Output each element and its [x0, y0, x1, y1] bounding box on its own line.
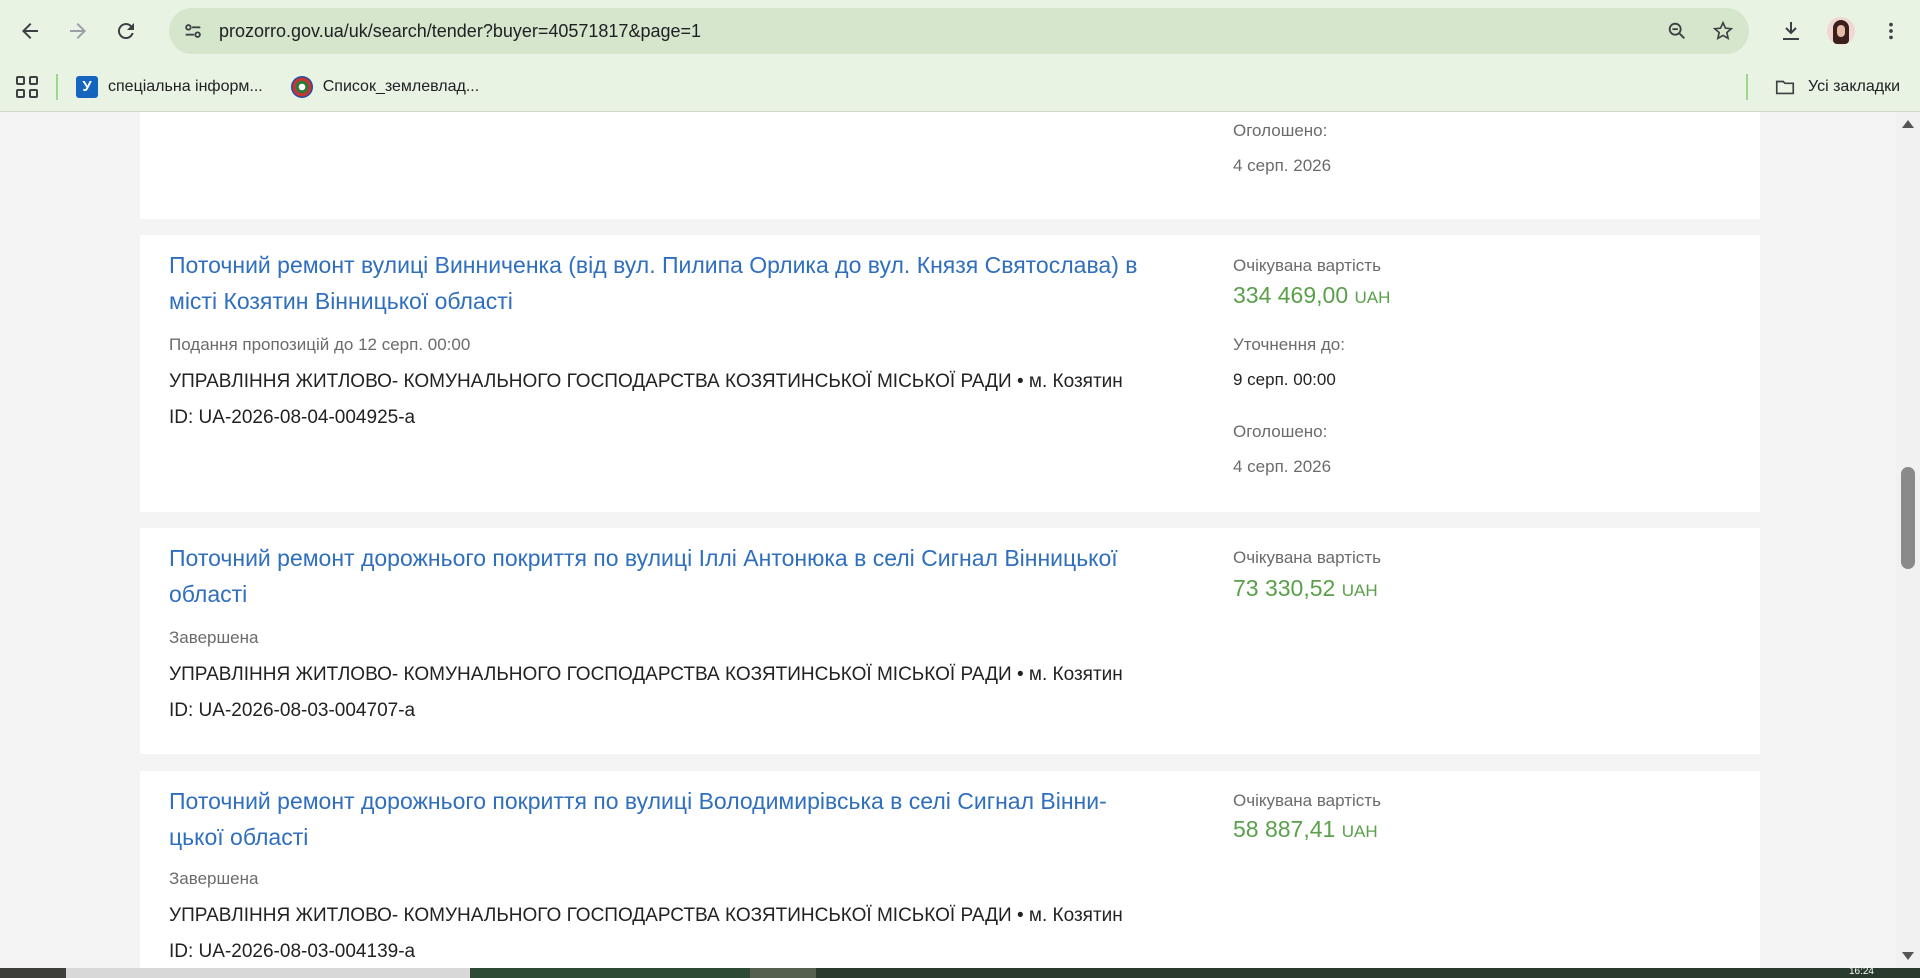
arrow-left-icon — [22, 23, 38, 39]
vertical-scrollbar[interactable] — [1896, 112, 1920, 968]
tender-status: Подання пропозицій до 12 серп. 00:00 — [169, 335, 471, 354]
zoom-out-icon — [1668, 22, 1685, 39]
currency: UAH — [1341, 822, 1378, 841]
folder-icon — [1775, 80, 1795, 94]
bookmarks-separator — [56, 73, 58, 100]
back-button[interactable] — [10, 11, 50, 51]
tender-card: Оголошено: 4 серп. 2026 — [140, 112, 1760, 219]
title-line: області — [169, 581, 248, 607]
price-amount: 334 469,00 — [1233, 282, 1349, 308]
bookmark-item[interactable]: Список_землевлад... — [290, 75, 480, 98]
bookmark-label: спеціальна інформ... — [108, 77, 263, 95]
all-bookmarks-button[interactable]: Усі закладки — [1774, 76, 1900, 98]
reload-icon — [117, 23, 134, 40]
downloads-button[interactable] — [1770, 10, 1812, 52]
taskbar-item[interactable] — [816, 968, 1920, 978]
tender-title-link[interactable]: Поточний ремонт дорожнього покриття по в… — [169, 540, 1118, 612]
url-text[interactable]: prozorro.gov.ua/uk/search/tender?buyer=4… — [219, 21, 701, 42]
tender-status: Завершена — [169, 869, 259, 888]
expected-value-label: Очікувана вартість — [1233, 548, 1381, 567]
announced-date: 4 серп. 2026 — [1233, 457, 1332, 476]
tender-id: ID: UA-2026-08-03-004139-a — [169, 941, 416, 962]
bookmark-label: Список_землевлад... — [322, 77, 480, 95]
scrollbar-thumb[interactable] — [1901, 467, 1915, 569]
announced-label: Оголошено: — [1233, 422, 1328, 441]
download-icon — [1783, 22, 1799, 40]
apps-icon[interactable] — [16, 75, 38, 98]
scroll-down-arrow-icon[interactable] — [1902, 952, 1914, 960]
announced-label: Оголошено: — [1233, 121, 1328, 140]
bookmarks-separator — [1746, 74, 1748, 100]
clarification-label: Уточнення до: — [1233, 335, 1345, 354]
all-bookmarks-label: Усі закладки — [1807, 77, 1900, 95]
taskbar-clock: 16:24 — [1848, 966, 1874, 977]
expected-value-label: Очікувана вартість — [1233, 256, 1381, 275]
tender-title-link[interactable]: Поточний ремонт дорожнього покриття по в… — [169, 783, 1107, 855]
announced-date: 4 серп. 2026 — [1233, 156, 1332, 175]
profile-button[interactable] — [1820, 10, 1862, 52]
title-line: Поточний ремонт вулиці Винниченка (від в… — [169, 252, 1138, 278]
bookmark-item[interactable]: У спеціальна інформ... — [76, 75, 263, 98]
arrow-right-icon — [70, 23, 86, 39]
title-line: місті Козятин Вінницької області — [169, 288, 513, 314]
expected-value-label: Очікувана вартість — [1233, 791, 1381, 810]
zoom-button[interactable] — [1659, 13, 1695, 49]
currency: UAH — [1354, 288, 1391, 307]
tune-icon — [185, 24, 201, 38]
scroll-up-arrow-icon[interactable] — [1902, 120, 1914, 128]
tender-status: Завершена — [169, 628, 259, 647]
taskbar-item[interactable] — [66, 968, 470, 978]
more-vert-icon — [1889, 22, 1893, 40]
tender-card: Поточний ремонт вулиці Винниченка (від в… — [140, 235, 1760, 512]
title-line: Поточний ремонт дорожнього покриття по в… — [169, 545, 1118, 571]
title-line: Поточний ремонт дорожнього покриття по в… — [169, 788, 1107, 814]
bookmark-star-button[interactable] — [1705, 13, 1741, 49]
forward-button[interactable] — [58, 11, 98, 51]
price-amount: 58 887,41 — [1233, 816, 1336, 842]
buyer-name: УПРАВЛІННЯ ЖИТЛОВО- КОМУНАЛЬНОГО ГОСПОДА… — [169, 905, 1123, 926]
tender-id: ID: UA-2026-08-04-004925-a — [169, 407, 416, 428]
expected-value: 73 330,52 UAH — [1233, 575, 1378, 602]
url-host: prozorro.gov.ua — [219, 20, 344, 41]
wiki-favicon-icon — [290, 75, 313, 98]
avatar — [1827, 17, 1855, 45]
tender-title-link[interactable]: Поточний ремонт вулиці Винниченка (від в… — [169, 247, 1137, 319]
expected-value: 58 887,41 UAH — [1233, 816, 1378, 843]
star-icon — [1712, 20, 1734, 40]
tender-card: Поточний ремонт дорожнього покриття по в… — [140, 771, 1760, 968]
currency: UAH — [1341, 581, 1378, 600]
reload-button[interactable] — [106, 11, 146, 51]
taskbar-item[interactable] — [750, 968, 816, 978]
tender-card: Поточний ремонт дорожнього покриття по в… — [140, 528, 1760, 754]
tender-id: ID: UA-2026-08-03-004707-a — [169, 700, 416, 721]
taskbar-item[interactable] — [470, 968, 750, 978]
expected-value: 334 469,00 UAH — [1233, 282, 1390, 309]
bookmarks-bar: У спеціальна інформ... Список_землевлад.… — [0, 62, 1920, 112]
site-info-button[interactable] — [175, 13, 211, 49]
price-amount: 73 330,52 — [1233, 575, 1336, 601]
os-taskbar: 16:24 — [0, 966, 1920, 978]
u-favicon-icon: У — [76, 75, 98, 98]
page-content: Оголошено: 4 серп. 2026 Поточний ремонт … — [0, 112, 1896, 968]
clarification-date: 9 серп. 00:00 — [1233, 370, 1336, 389]
buyer-name: УПРАВЛІННЯ ЖИТЛОВО- КОМУНАЛЬНОГО ГОСПОДА… — [169, 371, 1123, 392]
title-line: цької області — [169, 824, 309, 850]
address-bar[interactable]: prozorro.gov.ua/uk/search/tender?buyer=4… — [169, 8, 1749, 54]
browser-toolbar: prozorro.gov.ua/uk/search/tender?buyer=4… — [0, 0, 1920, 62]
url-path: /uk/search/tender?buyer=40571817&page=1 — [343, 20, 702, 41]
menu-button[interactable] — [1870, 10, 1912, 52]
buyer-name: УПРАВЛІННЯ ЖИТЛОВО- КОМУНАЛЬНОГО ГОСПОДА… — [169, 664, 1123, 685]
